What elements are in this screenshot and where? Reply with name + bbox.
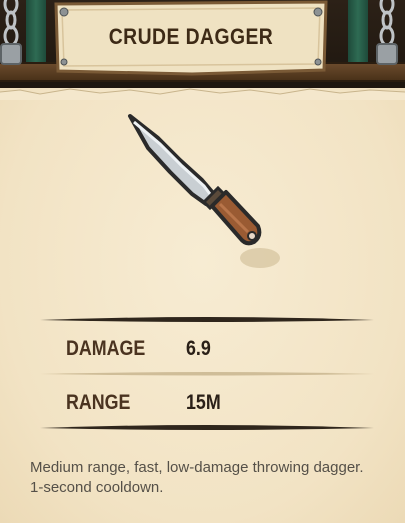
dagger-icon [128,114,280,268]
title-sign: CRUDE DAGGER [52,0,330,76]
stat-label: DAMAGE [66,337,146,360]
stat-label: RANGE [66,391,131,414]
item-description: Medium range, fast, low-damage throwing … [30,459,364,496]
item-title: CRUDE DAGGER [108,24,274,49]
parchment-torn-edge [0,88,405,100]
banner-pillar-right [348,0,368,62]
top-frame: CRUDE DAGGER [0,0,405,92]
chain-icon [376,0,398,65]
stat-value: 15M [186,391,221,414]
stat-row-range: RANGE 15M [66,391,366,421]
banner-pillar-left [26,0,46,62]
stat-value: 6.9 [186,337,211,360]
divider [40,317,374,322]
chain-icon [0,0,22,65]
stat-row-damage: DAMAGE 6.9 [66,337,366,367]
divider [40,425,374,430]
divider [40,372,374,376]
